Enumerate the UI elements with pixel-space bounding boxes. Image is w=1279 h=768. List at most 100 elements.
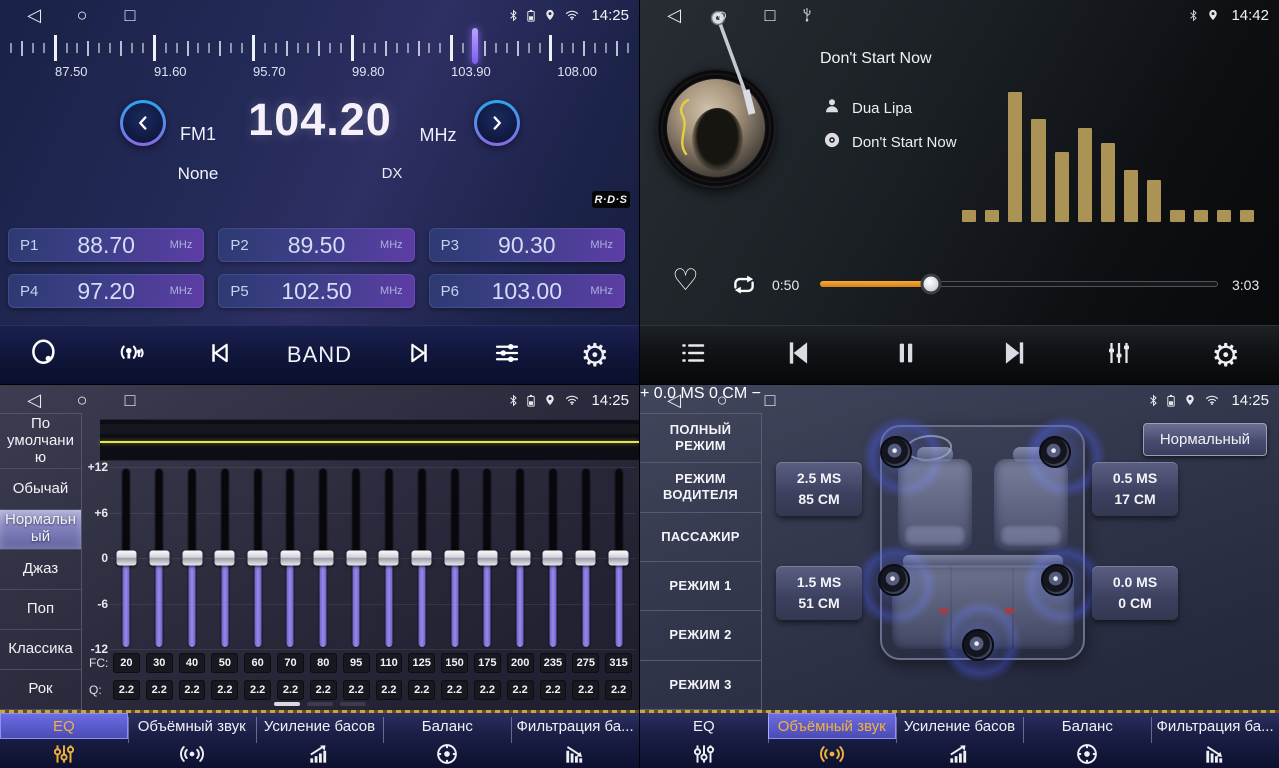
eq-band-slider[interactable] [602,467,635,649]
mode-item[interactable]: РЕЖИМ 1 [640,562,761,611]
nav-recents-button[interactable]: □ [746,0,794,30]
slider-handle[interactable] [477,551,497,566]
equalizer-button[interactable] [1097,338,1141,373]
delay-front-right-button[interactable]: 0.5 MS 17 CM [1092,462,1178,516]
delay-front-left-button[interactable]: 2.5 MS 85 CM [776,462,862,516]
fc-value[interactable]: 110 [376,653,403,673]
q-value[interactable]: 2.2 [507,680,534,700]
q-value[interactable]: 2.2 [605,680,632,700]
fc-value[interactable]: 80 [310,653,337,673]
fc-value[interactable]: 95 [343,653,370,673]
broadcast-stations-button[interactable] [110,339,154,372]
preset-button[interactable]: P289.50MHz [218,228,414,262]
q-value[interactable]: 2.2 [540,680,567,700]
eq-band-slider[interactable] [110,467,143,649]
mode-item[interactable]: РЕЖИМ ВОДИТЕЛЯ [640,463,761,512]
previous-station-button[interactable] [199,338,243,373]
delay-rear-right-button[interactable]: 0.0 MS 0 CM [1092,566,1178,620]
tab-surround[interactable]: Объёмный звук [128,710,256,768]
fc-value[interactable]: 235 [540,653,567,673]
q-value[interactable]: 2.2 [376,680,403,700]
nav-back-button[interactable]: ◁ [10,385,58,415]
fc-value[interactable]: 175 [474,653,501,673]
fc-value[interactable]: 50 [211,653,238,673]
playlist-button[interactable] [671,338,715,373]
slider-handle[interactable] [149,551,169,566]
eq-band-slider[interactable] [143,467,176,649]
tab-balance[interactable]: Баланс [383,710,511,768]
slider-handle[interactable] [313,551,333,566]
q-value[interactable]: 2.2 [146,680,173,700]
fc-value[interactable]: 200 [507,653,534,673]
nav-recents-button[interactable]: □ [106,385,154,415]
previous-track-button[interactable] [778,336,822,375]
q-value[interactable]: 2.2 [343,680,370,700]
eq-band-slider[interactable] [176,467,209,649]
eq-band-slider[interactable] [438,467,471,649]
mode-item[interactable]: ПОЛНЫЙ РЕЖИМ [640,414,761,463]
scan-search-button[interactable] [22,338,66,373]
listening-position-marker[interactable] [966,533,993,560]
q-value[interactable]: 2.2 [474,680,501,700]
seek-bar[interactable] [820,281,1218,287]
delay-rear-left-button[interactable]: 1.5 MS 51 CM [776,566,862,620]
slider-handle[interactable] [543,551,563,566]
fc-value[interactable]: 20 [113,653,140,673]
eq-preset-item[interactable]: Поп [0,590,81,630]
page-dash[interactable] [340,702,366,706]
seek-bar-knob[interactable] [924,277,939,292]
q-value[interactable]: 2.2 [211,680,238,700]
eq-band-slider[interactable] [307,467,340,649]
eq-band-slider[interactable] [569,467,602,649]
slider-handle[interactable] [346,551,366,566]
eq-band-slider[interactable] [471,467,504,649]
q-value[interactable]: 2.2 [441,680,468,700]
slider-handle[interactable] [215,551,235,566]
slider-handle[interactable] [609,551,629,566]
album-art[interactable] [658,70,774,186]
eq-band-slider[interactable] [274,467,307,649]
preset-button[interactable]: P6103.00MHz [429,274,625,308]
eq-band-slider[interactable] [504,467,537,649]
eq-preset-item[interactable]: Обычай [0,469,81,509]
fc-value[interactable]: 125 [408,653,435,673]
tab-eq[interactable]: EQ [640,710,768,768]
tab-bass-boost[interactable]: Усиление басов [256,710,384,768]
fc-value[interactable]: 275 [572,653,599,673]
q-value[interactable]: 2.2 [244,680,271,700]
mode-item[interactable]: РЕЖИМ 3 [640,661,761,710]
nav-back-button[interactable]: ◁ [10,0,58,30]
preset-button[interactable]: P390.30MHz [429,228,625,262]
eq-band-slider[interactable] [340,467,373,649]
fc-value[interactable]: 315 [605,653,632,673]
q-value[interactable]: 2.2 [179,680,206,700]
mode-item[interactable]: РЕЖИМ 2 [640,611,761,660]
profile-button[interactable]: Нормальный [1143,423,1267,456]
nav-recents-button[interactable]: □ [106,0,154,30]
tune-up-button[interactable] [474,100,520,146]
favorite-button[interactable]: ♡ [672,266,699,296]
eq-preset-item[interactable]: Классика [0,630,81,670]
preset-button[interactable]: P497.20MHz [8,274,204,308]
band-button[interactable]: BAND [287,342,352,368]
tab-bass-boost[interactable]: Усиление басов [896,710,1024,768]
settings-button[interactable]: ⚙ [573,339,617,371]
audio-settings-button[interactable] [485,338,529,373]
slider-handle[interactable] [182,551,202,566]
slider-handle[interactable] [445,551,465,566]
q-value[interactable]: 2.2 [408,680,435,700]
eq-band-slider[interactable] [208,467,241,649]
tab-filter[interactable]: Фильтрация ба... [1151,710,1279,768]
nav-home-button[interactable]: ○ [58,0,106,30]
tab-surround[interactable]: Объёмный звук [768,710,896,768]
tune-down-button[interactable] [120,100,166,146]
eq-band-slider[interactable] [405,467,438,649]
slider-handle[interactable] [412,551,432,566]
fc-value[interactable]: 150 [441,653,468,673]
preset-button[interactable]: P188.70MHz [8,228,204,262]
mode-item[interactable]: ПАССАЖИР [640,513,761,562]
q-value[interactable]: 2.2 [113,680,140,700]
next-station-button[interactable] [396,338,440,373]
q-value[interactable]: 2.2 [310,680,337,700]
nav-home-button[interactable]: ○ [698,385,746,415]
